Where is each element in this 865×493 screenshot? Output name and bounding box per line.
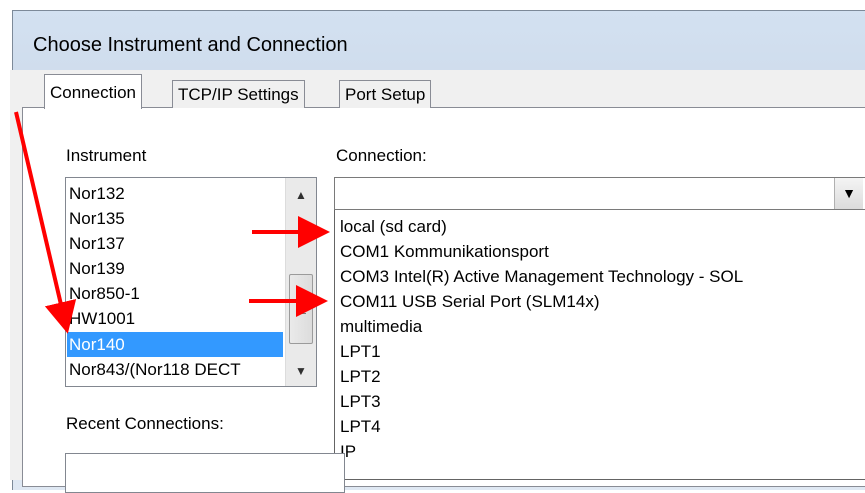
tab-connection[interactable]: Connection — [44, 74, 143, 109]
arrow-to-selected-instrument — [14, 111, 77, 334]
annotation-arrows — [14, 111, 330, 334]
